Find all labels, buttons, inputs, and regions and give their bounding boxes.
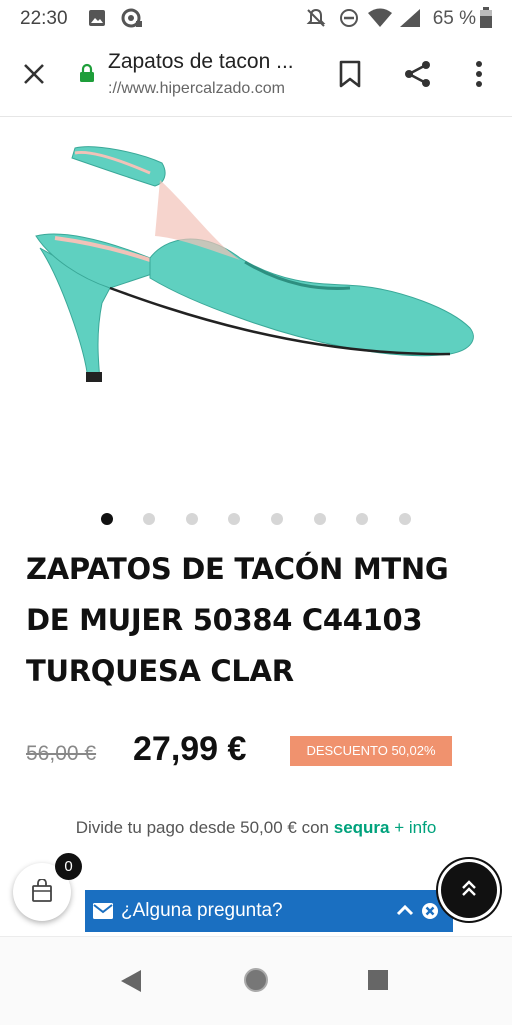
close-icon[interactable] (22, 62, 46, 86)
more-info-link[interactable]: + info (394, 818, 436, 837)
share-icon[interactable] (403, 60, 433, 88)
home-icon[interactable] (243, 967, 269, 993)
mail-icon (93, 903, 113, 919)
shopping-bag-icon (32, 879, 52, 902)
sequra-logo: sequra (333, 818, 390, 837)
signal-icon (400, 9, 420, 27)
gallery-dot[interactable] (314, 513, 326, 525)
system-nav-bar (0, 936, 512, 1025)
gallery-dot[interactable] (356, 513, 368, 525)
cart-count-badge: 0 (55, 853, 82, 880)
back-icon[interactable] (120, 969, 142, 993)
wifi-icon (368, 8, 392, 27)
image-notification-icon (89, 10, 105, 26)
status-time: 22:30 (20, 8, 68, 29)
gallery-dot[interactable] (271, 513, 283, 525)
new-price: 27,99 € (133, 730, 247, 768)
financing-info: Divide tu pago desde 50,00 € con sequra … (0, 818, 512, 838)
discount-badge: DESCUENTO 50,02% (290, 736, 452, 766)
page-title[interactable]: Zapatos de tacon ... (108, 50, 294, 74)
page-url[interactable]: ://www.hipercalzado.com (108, 80, 285, 98)
chat-label: ¿Alguna pregunta? (121, 900, 283, 921)
product-image[interactable] (0, 118, 512, 498)
shoe-illustration (35, 146, 474, 382)
scroll-to-top-button[interactable] (441, 862, 497, 918)
double-chevron-up-icon (462, 880, 476, 896)
financing-text: Divide tu pago desde 50,00 € con (75, 818, 330, 837)
do-not-disturb-icon (340, 9, 358, 27)
gallery-dot[interactable] (101, 513, 113, 525)
gallery-dot[interactable] (399, 513, 411, 525)
gallery-dot[interactable] (186, 513, 198, 525)
close-chat-icon[interactable] (421, 902, 439, 920)
chat-widget[interactable]: ¿Alguna pregunta? (85, 890, 453, 932)
battery-icon (480, 7, 492, 28)
old-price: 56,00 € (26, 742, 97, 765)
app-notification-icon (121, 8, 142, 28)
recents-icon[interactable] (367, 969, 389, 991)
status-bar: 22:30 65 % (0, 0, 512, 36)
bell-muted-icon (306, 8, 326, 27)
gallery-dot[interactable] (228, 513, 240, 525)
lock-icon (80, 63, 94, 82)
more-options-icon[interactable] (474, 60, 484, 88)
battery-percent: 65 % (432, 8, 476, 29)
bookmark-icon[interactable] (338, 60, 362, 88)
image-gallery-dots (0, 510, 512, 528)
browser-toolbar: Zapatos de tacon ... ://www.hipercalzado… (0, 36, 512, 117)
product-title: ZAPATOS DE TACÓN MTNG DE MUJER 50384 C44… (26, 552, 449, 688)
chevron-up-icon[interactable] (396, 903, 414, 917)
gallery-dot[interactable] (143, 513, 155, 525)
